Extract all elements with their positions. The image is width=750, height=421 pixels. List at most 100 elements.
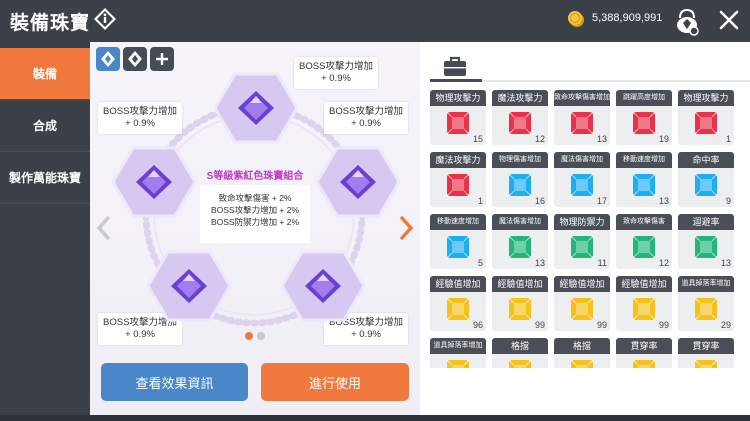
inventory-jewel-card[interactable]: 貫穿率 [616,338,672,368]
view-effects-button[interactable]: 查看效果資訊 [101,363,248,401]
jewel-card-count: 11 [597,258,607,268]
jewel-gem-icon [508,235,532,259]
jewel-gem-icon [570,297,594,321]
sidebar-item-synthesis[interactable]: 合成 [0,100,90,152]
sidebar-item-label: 製作萬能珠寶 [8,171,81,185]
jewel-card-title: 經驗值增加 [616,276,672,292]
jewel-gem-icon [508,173,532,197]
jewel-card-title: 魔法傷害增加 [554,152,610,168]
inventory-jewel-card[interactable]: 物理防禦力 11 [554,214,610,269]
jewel-card-title: 格擋 [492,338,548,354]
jewel-card-count: 1 [477,196,483,206]
sidebar-item-equip[interactable]: 裝備 [0,48,90,100]
jewel-socket[interactable] [112,146,196,218]
inventory-jewel-card[interactable]: 魔法攻擊力 1 [430,152,486,207]
inventory-jewel-card[interactable]: 貫穿率 [678,338,734,368]
inventory-jewel-card[interactable]: 經驗值增加 96 [430,276,486,331]
inventory-jewel-card[interactable]: 致命攻擊傷害 12 [616,214,672,269]
sidebar-item-label: 合成 [32,119,57,133]
sidebar-item-label: 裝備 [32,67,57,81]
inventory-jewel-card[interactable]: 物理傷害增加 16 [492,152,548,207]
jewel-inventory-grid: 物理攻擊力 15 魔法攻擊力 12 致命攻擊傷害增加 13 跳躍高度增加 19 物理攻擊力 1 魔法… [430,90,750,368]
jewel-card-count: 29 [720,320,731,330]
inventory-jewel-card[interactable]: 致命攻擊傷害增加 13 [554,90,610,145]
bottom-strip [0,415,750,421]
close-icon[interactable] [716,7,742,33]
jewel-bag-icon[interactable] [672,6,702,36]
jewel-card-count: 13 [720,258,731,268]
inventory-jewel-card[interactable]: 道具掉落率增加 29 [678,276,734,331]
jewel-gem-icon [508,297,532,321]
jewel-socket[interactable] [316,146,400,218]
inventory-jewel-card[interactable]: 迴避率 13 [678,214,734,269]
inventory-jewel-card[interactable]: 移動速度增加 13 [616,152,672,207]
jewel-card-title: 物理攻擊力 [678,90,734,106]
info-icon[interactable] [93,7,117,31]
jewel-card-title: 格擋 [554,338,610,354]
jewel-card-count: 13 [534,258,545,268]
inventory-jewel-card[interactable]: 物理攻擊力 1 [678,90,734,145]
inventory-jewel-card[interactable]: 魔法攻擊力 12 [492,90,548,145]
jewel-stat-label: BOSS攻擊力增加 + 0.9% [324,102,408,134]
jewel-card-title: 道具掉落率增加 [678,276,734,292]
inventory-jewel-card[interactable]: 格擋 [554,338,610,368]
set-effect: BOSS攻擊力增加 + 2% [210,205,300,215]
jewel-stat-value: + 0.9% [125,118,155,129]
jewel-card-count: 9 [725,196,731,206]
jewel-stat-name: BOSS攻擊力增加 [103,106,177,117]
inventory-jewel-card[interactable]: 道具掉落率增加 [430,338,486,368]
jewel-gem-icon [632,235,656,259]
jewel-gem-icon [508,111,532,135]
jewel-inventory-panel: 物理攻擊力 15 魔法攻擊力 12 致命攻擊傷害增加 13 跳躍高度增加 19 物理攻擊力 1 魔法… [420,42,750,415]
jewel-gem-icon [446,173,470,197]
jewel-card-title: 經驗值增加 [492,276,548,292]
page-title: 裝備珠寶 [10,13,91,34]
inventory-jewel-card[interactable]: 物理攻擊力 15 [430,90,486,145]
inventory-jewel-card[interactable]: 格擋 [492,338,548,368]
set-effect: BOSS防禦力增加 + 2% [210,217,300,227]
page-dot[interactable] [257,332,265,340]
jewel-card-count: 5 [477,258,483,268]
jewel-socket[interactable] [214,72,298,144]
inventory-jewel-card[interactable]: 經驗值增加 99 [492,276,548,331]
jewel-card-title: 致命攻擊傷害 [616,214,672,230]
jewel-gem-icon [570,111,594,135]
inventory-jewel-card[interactable]: 魔法傷害增加 17 [554,152,610,207]
inventory-jewel-card[interactable]: 魔法傷害增加 13 [492,214,548,269]
jewel-card-count: 16 [534,196,545,206]
next-arrow-icon[interactable] [398,214,414,242]
jewel-card-title: 迴避率 [678,214,734,230]
inventory-jewel-card[interactable]: 命中率 9 [678,152,734,207]
jewel-equip-panel: S等級紫紅色珠寶組合 致命攻擊傷害 + 2% BOSS攻擊力增加 + 2% BO… [90,42,420,415]
briefcase-icon[interactable] [440,52,470,80]
inventory-jewel-card[interactable]: 移動速度增加 5 [430,214,486,269]
jewel-card-count: 12 [534,134,545,144]
jewel-gem-icon [570,173,594,197]
jewel-card-title: 跳躍高度增加 [616,90,672,106]
jewel-gem-icon [632,173,656,197]
jewel-socket[interactable] [281,250,365,322]
jewel-gem-icon [694,173,718,197]
jewel-gem-icon [446,359,470,368]
inventory-jewel-card[interactable]: 跳躍高度增加 19 [616,90,672,145]
jewel-gem-icon [632,111,656,135]
jewel-stat-label: BOSS攻擊力增加 + 0.9% [98,102,182,134]
jewel-card-title: 貫穿率 [678,338,734,354]
inventory-jewel-card[interactable]: 經驗值增加 99 [554,276,610,331]
jewel-card-count: 19 [658,134,669,144]
jewel-card-title: 經驗值增加 [554,276,610,292]
page-dot-active[interactable] [245,332,253,340]
set-effects-box: 致命攻擊傷害 + 2% BOSS攻擊力增加 + 2% BOSS防禦力增加 + 2… [200,185,310,243]
apply-button[interactable]: 進行使用 [261,363,409,401]
jewel-stat-value: + 0.9% [321,73,351,84]
jewel-socket[interactable] [147,250,231,322]
jewel-gem-icon [446,111,470,135]
inventory-jewel-card[interactable]: 經驗值增加 99 [616,276,672,331]
jewel-stat-value: + 0.9% [351,118,381,129]
jewel-card-title: 物理攻擊力 [430,90,486,106]
prev-arrow-icon[interactable] [96,214,112,242]
jewel-card-count: 99 [534,320,545,330]
jewel-card-count: 13 [596,134,607,144]
jewel-card-title: 經驗值增加 [430,276,486,292]
sidebar-item-craft-universal-jewel[interactable]: 製作萬能珠寶 [0,152,90,204]
